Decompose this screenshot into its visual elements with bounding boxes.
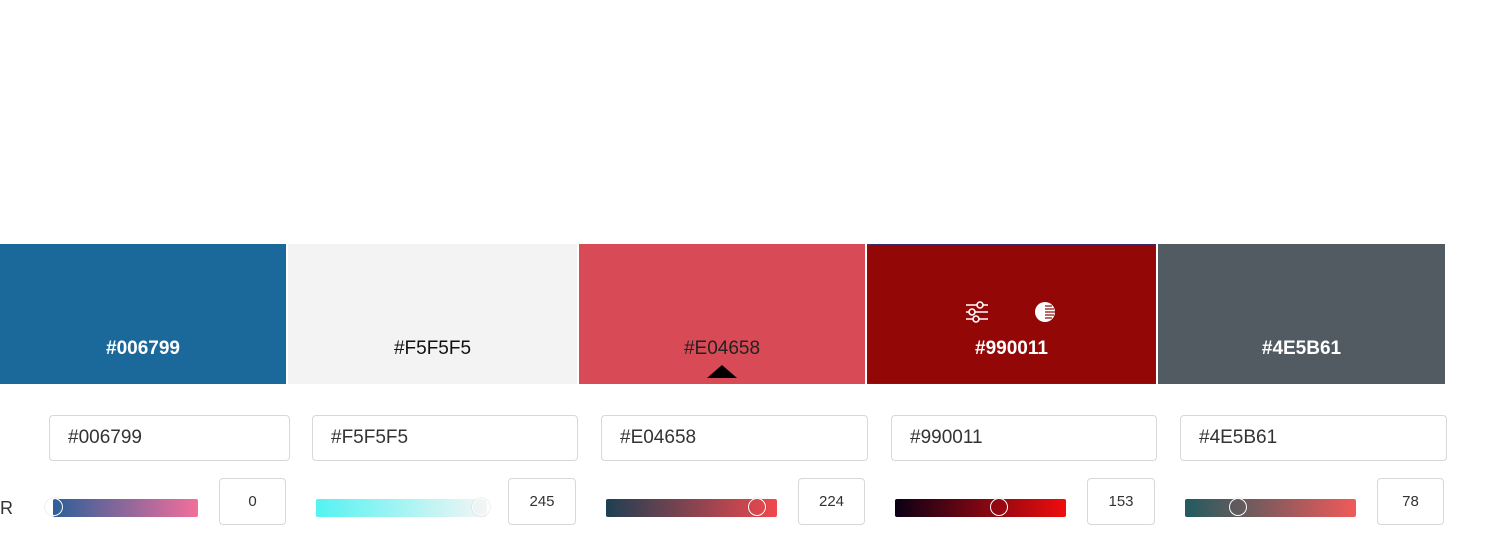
channel-label: R	[0, 498, 13, 518]
hex-input-1[interactable]	[49, 415, 290, 461]
hex-input-2[interactable]	[312, 415, 578, 461]
channel-slider-1[interactable]	[45, 498, 198, 517]
channel-slider-2[interactable]	[316, 498, 491, 517]
contrast-icon[interactable]	[1032, 299, 1058, 325]
swatch-hex-label: #F5F5F5	[393, 338, 472, 359]
slider-thumb[interactable]	[472, 498, 491, 516]
sliders-icon[interactable]	[964, 299, 990, 325]
swatch-3[interactable]: #E04658	[579, 244, 865, 384]
swatch-hex-label: #006799	[106, 338, 180, 359]
channel-value-1[interactable]: 0	[219, 478, 286, 525]
swatch-5[interactable]: #4E5B61	[1158, 244, 1445, 384]
swatch-2[interactable]: #F5F5F5	[288, 244, 577, 384]
slider-thumb[interactable]	[45, 498, 63, 516]
palette-swatch-row: #006799 #F5F5F5 #E04658 #990011 #4E5B61	[0, 244, 1445, 384]
hex-input-5[interactable]	[1180, 415, 1447, 461]
slider-thumb[interactable]	[1229, 498, 1248, 516]
channel-slider-4[interactable]	[895, 498, 1066, 517]
swatch-hex-label: #E04658	[683, 338, 761, 359]
swatch-hex-label: #990011	[975, 338, 1048, 359]
selected-caret-icon	[707, 365, 737, 378]
swatch-4[interactable]: #990011	[867, 244, 1156, 384]
channel-slider-3[interactable]	[606, 498, 777, 517]
swatch-hex-label: #4E5B61	[1261, 338, 1342, 359]
channel-value-2[interactable]: 245	[508, 478, 576, 525]
hex-input-3[interactable]	[601, 415, 868, 461]
channel-value-3[interactable]: 224	[798, 478, 865, 525]
channel-value-4[interactable]: 153	[1087, 478, 1155, 525]
channel-value-5[interactable]: 78	[1377, 478, 1444, 525]
swatch-1[interactable]: #006799	[0, 244, 286, 384]
swatch-tools	[867, 299, 1156, 325]
slider-thumb[interactable]	[989, 498, 1008, 516]
hex-input-4[interactable]	[891, 415, 1157, 461]
slider-thumb[interactable]	[748, 498, 767, 516]
channel-slider-5[interactable]	[1185, 498, 1356, 517]
